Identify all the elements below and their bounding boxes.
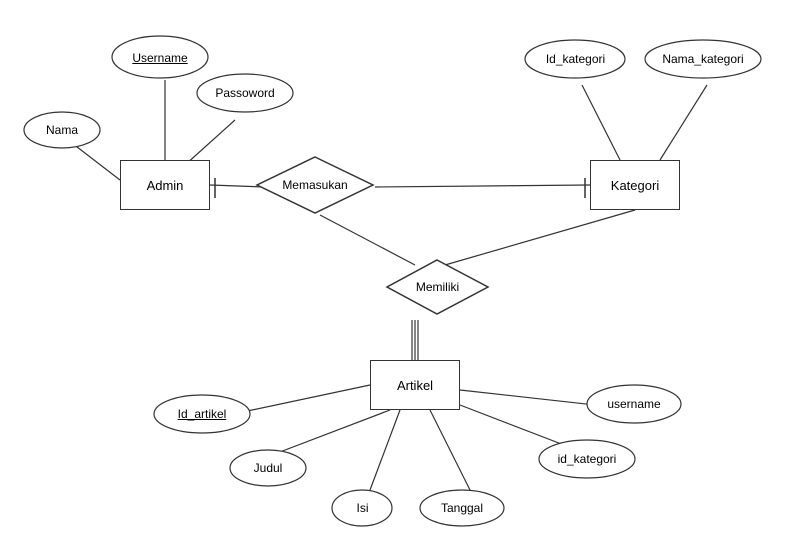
attribute-nama-label: Nama [46, 123, 78, 137]
attribute-id-kategori-label: Id_kategori [546, 52, 605, 66]
entity-admin: Admin [120, 160, 210, 210]
attribute-id-kategori-artikel: id_kategori [537, 438, 637, 480]
entity-artikel-label: Artikel [397, 378, 433, 393]
attribute-tanggal-label: Tanggal [441, 501, 483, 515]
er-diagram: Admin Kategori Artikel Memasukan Memilik… [0, 0, 807, 547]
attribute-isi: Isi [330, 488, 395, 528]
attribute-nama-kategori: Nama_kategori [643, 38, 763, 80]
relationship-memiliki: Memiliki [385, 258, 490, 316]
attribute-id-artikel-label: Id_artikel [178, 407, 227, 421]
attribute-passoword-label: Passoword [215, 86, 274, 100]
entity-admin-label: Admin [147, 178, 184, 193]
entity-artikel: Artikel [370, 360, 460, 410]
attribute-id-kategori-artikel-label: id_kategori [558, 452, 617, 466]
attribute-tanggal: Tanggal [418, 488, 506, 528]
attribute-id-artikel: Id_artikel [152, 393, 252, 435]
entity-kategori-label: Kategori [611, 178, 659, 193]
attribute-nama: Nama [22, 110, 102, 150]
attribute-username-artikel: username [585, 383, 683, 425]
relationship-memasukan-label: Memasukan [282, 178, 347, 192]
attribute-judul: Judul [228, 448, 308, 488]
attribute-isi-label: Isi [357, 501, 369, 515]
attribute-judul-label: Judul [254, 461, 283, 475]
entity-kategori: Kategori [590, 160, 680, 210]
attribute-passoword: Passoword [195, 72, 295, 114]
relationship-memasukan: Memasukan [255, 155, 375, 215]
attribute-username-label: Username [132, 51, 187, 65]
attribute-nama-kategori-label: Nama_kategori [662, 52, 743, 66]
attribute-username-artikel-label: username [607, 397, 660, 411]
relationship-memiliki-label: Memiliki [416, 280, 459, 294]
attribute-id-kategori: Id_kategori [523, 38, 628, 80]
